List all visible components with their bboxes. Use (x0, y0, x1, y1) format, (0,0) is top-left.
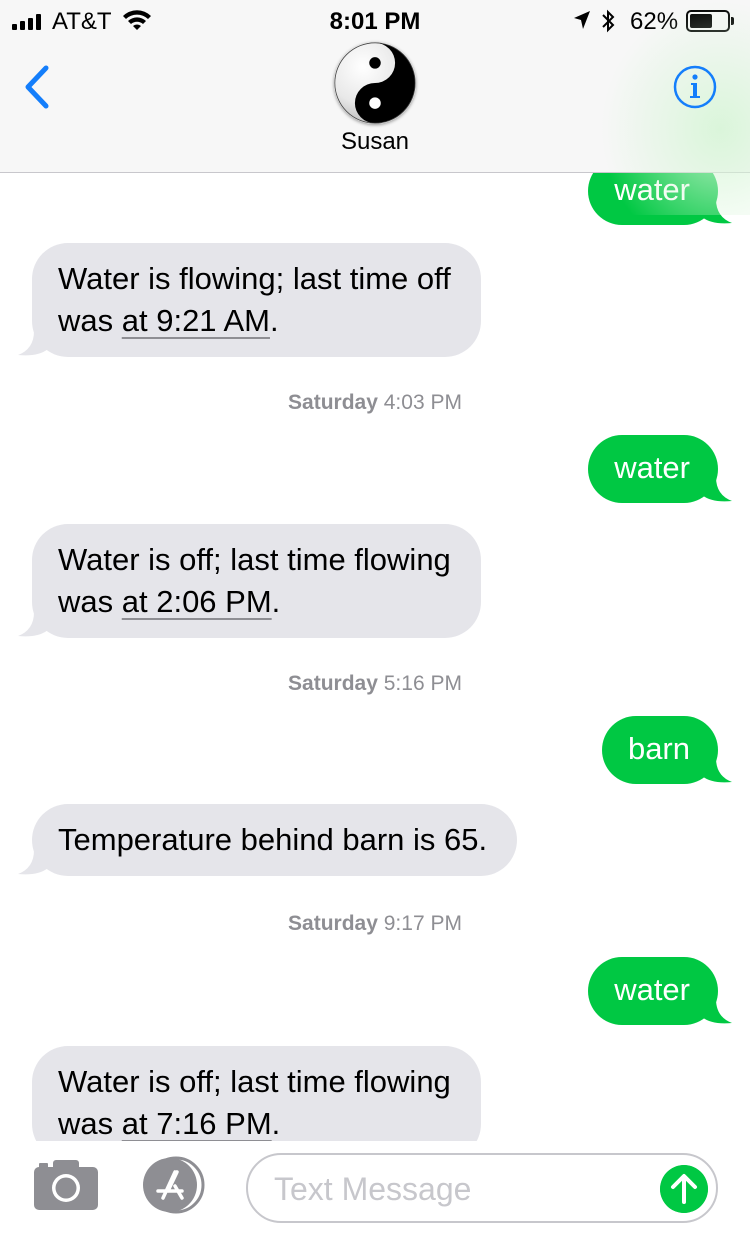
message-line: Water is off; last time flowing (58, 1064, 451, 1099)
bubble-tail (18, 612, 48, 637)
timestamp-day: Saturday (288, 391, 378, 414)
message-input[interactable]: Text Message (246, 1153, 718, 1223)
chevron-left-icon[interactable] (18, 62, 58, 112)
bubble-tail (702, 477, 732, 502)
battery-level (690, 14, 712, 28)
outgoing-message[interactable]: water (588, 173, 732, 225)
message-text: was (58, 303, 122, 338)
message-bubble: water (588, 435, 732, 503)
outgoing-message[interactable]: water (588, 435, 732, 503)
send-arrow-icon[interactable] (660, 1165, 708, 1213)
message-input-placeholder: Text Message (274, 1171, 472, 1207)
timestamp-day: Saturday (288, 672, 378, 695)
message-line: Water is off; last time flowing (58, 542, 451, 577)
outgoing-message[interactable]: barn (601, 716, 732, 784)
detected-time-link[interactable]: at 7:16 PM (122, 1106, 272, 1141)
message-text: was (58, 1106, 122, 1141)
message-bubble: Water is flowing; last time off was at 9… (18, 243, 481, 357)
message-text: water (614, 450, 690, 485)
battery-percent: 62% (630, 8, 679, 35)
timestamp: Saturday 4:03 PM (0, 391, 750, 415)
bubble-tail (702, 999, 732, 1024)
bluetooth-icon (602, 9, 615, 33)
incoming-message[interactable]: Water is off; last time flowing was at 7… (32, 1046, 481, 1141)
message-text: barn (627, 731, 690, 766)
camera-icon[interactable] (33, 1159, 99, 1211)
message-text: water (614, 972, 690, 1007)
bubble-tail (18, 331, 48, 356)
timestamp-time: 5:16 PM (383, 672, 462, 695)
message-line: was at 9:21 AM. (58, 300, 451, 342)
message-text: water (614, 173, 690, 207)
timestamp-time: 9:17 PM (383, 912, 462, 935)
battery-icon (686, 10, 730, 32)
conversation-header: Susan (0, 0, 750, 215)
message-line: was at 2:06 PM. (58, 581, 451, 623)
timestamp: Saturday 5:16 PM (0, 672, 750, 696)
message-line: Temperature behind barn is 65. (58, 822, 488, 857)
bubble-tail (702, 199, 732, 224)
battery-tip (731, 17, 734, 25)
message-bubble: water (588, 173, 732, 225)
detected-time-link[interactable]: at 9:21 AM (122, 303, 270, 338)
message-bubble: Water is off; last time flowing was at 7… (32, 1046, 481, 1141)
message-thread[interactable]: water Water is flowing; last time off wa… (0, 173, 750, 1141)
message-text: . (269, 303, 279, 338)
bubble-tail (18, 850, 48, 875)
message-bubble: Temperature behind barn is 65. (18, 804, 518, 876)
yin-yang-icon[interactable] (334, 42, 416, 124)
message-text: . (271, 1106, 281, 1141)
timestamp-time: 4:03 PM (383, 391, 462, 414)
app-store-icon[interactable] (138, 1156, 214, 1214)
message-line: Water is flowing; last time off (58, 261, 451, 296)
timestamp-day: Saturday (288, 912, 378, 935)
incoming-message[interactable]: Water is flowing; last time off was at 9… (18, 243, 481, 357)
status-bar: AT&T 8:01 PM 62% (0, 0, 750, 42)
contact-name[interactable]: Susan (0, 128, 750, 156)
compose-bar: Text Message (0, 1141, 750, 1238)
info-icon[interactable] (672, 64, 718, 110)
incoming-message[interactable]: Temperature behind barn is 65. (18, 804, 518, 876)
message-bubble: Water is off; last time flowing was at 2… (18, 524, 481, 638)
message-bubble: water (588, 957, 732, 1025)
message-line: was at 7:16 PM. (58, 1103, 451, 1141)
timestamp: Saturday 9:17 PM (0, 912, 750, 936)
message-text: was (58, 584, 122, 619)
bubble-tail (702, 758, 732, 783)
message-text: . (271, 584, 281, 619)
location-arrow-icon (574, 11, 590, 29)
message-bubble: barn (601, 716, 732, 784)
outgoing-message[interactable]: water (588, 957, 732, 1025)
detected-time-link[interactable]: at 2:06 PM (122, 584, 272, 619)
incoming-message[interactable]: Water is off; last time flowing was at 2… (18, 524, 481, 638)
